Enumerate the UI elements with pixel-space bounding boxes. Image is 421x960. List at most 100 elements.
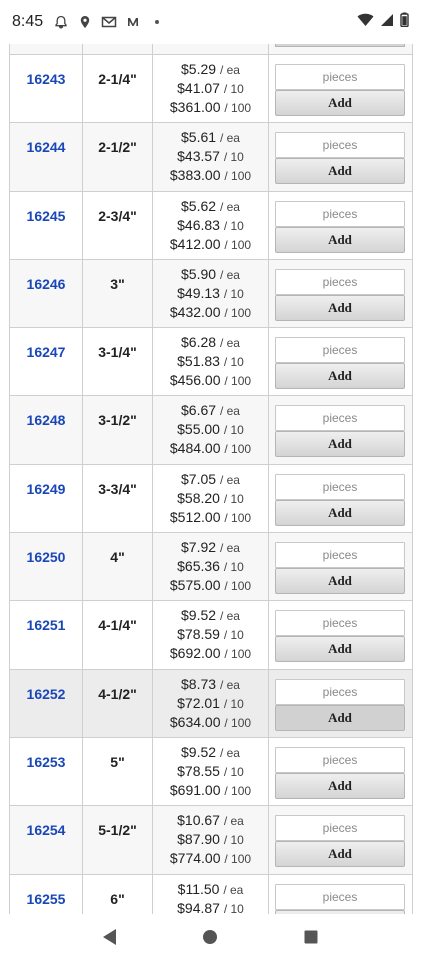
price-unit: / ea [219, 472, 240, 487]
add-button[interactable]: Add [275, 226, 405, 253]
item-number-link[interactable]: 16250 [10, 549, 82, 565]
size-cell: 3-3/4" [82, 463, 153, 534]
add-button[interactable]: Add [275, 363, 405, 390]
size-cell: 3-1/2" [82, 395, 153, 465]
quantity-input[interactable] [275, 542, 405, 569]
size-cell: 5-1/2" [82, 805, 153, 875]
item-number-cell: 16250 [9, 532, 83, 602]
item-number-link[interactable]: 16248 [10, 412, 82, 428]
item-number-link[interactable]: 16249 [10, 481, 82, 497]
size-label: 5-1/2" [98, 822, 137, 839]
price-amount: $634.00 [169, 713, 221, 730]
quantity-input[interactable] [275, 405, 405, 432]
add-button[interactable]: Add [275, 499, 405, 526]
add-button[interactable]: Add [275, 90, 405, 116]
table-cell [9, 44, 83, 55]
price-unit: / 100 [224, 442, 252, 457]
add-button[interactable]: Add [275, 158, 405, 185]
price-unit: / ea [219, 404, 240, 419]
price-amount: $575.00 [169, 577, 221, 594]
size-label: 3" [110, 275, 125, 292]
quantity-input[interactable] [275, 815, 405, 842]
item-number-link[interactable]: 16251 [10, 617, 82, 633]
action-cell: Add [268, 258, 413, 329]
add-button[interactable]: Add [275, 841, 405, 868]
price-list: $9.52 / ea $78.59 / 10 $692.00 / 100 [153, 606, 268, 663]
size-cell: 3" [82, 258, 153, 329]
price-cell: $6.67 / ea $55.00 / 10 $484.00 / 100 [152, 395, 269, 465]
price-line: $87.90 / 10 [153, 830, 268, 849]
add-button-partial[interactable] [275, 44, 405, 47]
item-number-link[interactable]: 16244 [10, 139, 82, 155]
price-cell: $11.50 / ea $94.87 / 10 [152, 873, 269, 914]
quantity-input[interactable] [275, 678, 405, 705]
price-list: $9.52 / ea $78.55 / 10 $691.00 / 100 [153, 743, 268, 800]
add-button[interactable]: Add [275, 636, 405, 663]
price-unit: / 100 [224, 101, 252, 115]
price-amount: $383.00 [169, 167, 221, 184]
price-amount: $49.13 [177, 284, 220, 301]
size-label: 5" [110, 753, 125, 770]
price-cell: $9.52 / ea $78.55 / 10 $691.00 / 100 [152, 736, 269, 807]
price-unit: / 10 [223, 286, 244, 301]
table-row: 16249 3-3/4" $7.05 / ea $58.20 / 10 $512.00 … [9, 463, 413, 534]
add-button[interactable]: Add [275, 568, 405, 595]
product-table-viewport[interactable]: 16243 2-1/4" $5.29 / ea $41.07 / 10 $361.00 … [0, 44, 421, 914]
price-line: $691.00 / 100 [153, 781, 268, 800]
price-unit: / 100 [224, 510, 252, 525]
quantity-input[interactable] [275, 610, 405, 637]
price-amount: $7.92 [181, 539, 217, 556]
size-cell: 6" [82, 873, 153, 914]
recents-square-icon[interactable] [296, 922, 326, 952]
price-unit: / 10 [223, 628, 244, 643]
price-amount: $432.00 [169, 303, 221, 320]
price-line: $5.90 / ea [153, 265, 268, 284]
back-triangle-icon[interactable] [95, 922, 125, 952]
action-cell: Add [268, 327, 413, 397]
item-number-link[interactable]: 16247 [10, 344, 82, 360]
price-cell: $10.67 / ea $87.90 / 10 $774.00 / 100 [152, 805, 269, 875]
quantity-input[interactable] [275, 473, 405, 500]
price-unit: / 100 [224, 237, 252, 252]
price-list: $5.61 / ea $43.57 / 10 $383.00 / 100 [153, 128, 268, 185]
quantity-input[interactable] [275, 268, 405, 295]
add-button[interactable]: Add [275, 294, 405, 321]
quantity-input[interactable] [275, 132, 405, 159]
item-number-cell: 16252 [9, 668, 83, 738]
item-number-link[interactable]: 16245 [10, 208, 82, 224]
item-number-link[interactable]: 16246 [10, 276, 82, 292]
price-amount: $41.07 [177, 80, 220, 96]
item-number-link[interactable]: 16243 [10, 71, 82, 87]
price-amount: $78.59 [177, 626, 220, 643]
quantity-input[interactable] [275, 883, 405, 910]
quantity-input[interactable] [275, 337, 405, 364]
add-button[interactable]: Add [275, 704, 405, 731]
item-number-cell: 16243 [9, 53, 83, 124]
item-number-link[interactable]: 16253 [10, 754, 82, 770]
price-amount: $9.52 [181, 607, 217, 624]
size-label: 6" [110, 890, 125, 907]
price-unit: / ea [219, 541, 240, 556]
table-row: 16248 3-1/2" $6.67 / ea $55.00 / 10 $484.00 … [9, 395, 413, 465]
price-line: $11.50 / ea [153, 880, 268, 899]
action-cell: Add [268, 600, 413, 670]
price-line: $512.00 / 100 [153, 508, 268, 527]
price-line: $41.07 / 10 [153, 79, 268, 98]
price-amount: $72.01 [177, 694, 220, 711]
item-number-link[interactable]: 16254 [10, 822, 82, 838]
price-amount: $94.87 [177, 899, 220, 914]
quantity-input[interactable] [275, 746, 405, 773]
price-cell: $5.62 / ea $46.83 / 10 $412.00 / 100 [152, 190, 269, 260]
action-cell: Add [268, 668, 413, 738]
item-number-link[interactable]: 16252 [10, 686, 82, 702]
table-cell [268, 44, 413, 55]
item-number-link[interactable]: 16255 [10, 891, 82, 907]
location-pin-icon [77, 14, 93, 30]
quantity-input[interactable] [275, 200, 405, 227]
add-button[interactable]: Add [275, 431, 405, 458]
quantity-input[interactable] [275, 64, 405, 90]
gmail-icon [101, 14, 117, 30]
price-cell: $7.05 / ea $58.20 / 10 $512.00 / 100 [152, 463, 269, 534]
add-button[interactable]: Add [275, 772, 405, 799]
home-circle-icon[interactable] [195, 922, 225, 952]
